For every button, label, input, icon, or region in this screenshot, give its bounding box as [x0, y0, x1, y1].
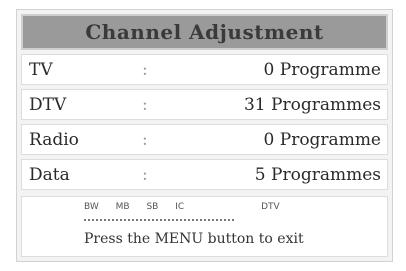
row-value: 31 Programmes	[243, 95, 381, 115]
row-label: Radio	[29, 130, 79, 150]
hint-bw: BW	[84, 202, 99, 212]
footer: BW MB SB IC DTV Press the MENU button to…	[21, 196, 388, 257]
row-value: 0 Programme	[263, 60, 381, 80]
exit-instruction: Press the MENU button to exit	[84, 231, 304, 247]
panel-title: Channel Adjustment	[85, 20, 324, 44]
band-hints: BW MB SB IC DTV	[84, 202, 294, 212]
hint-sb: SB	[146, 202, 159, 212]
row-separator: :	[142, 95, 148, 115]
row-dtv: DTV : 31 Programmes	[21, 89, 388, 120]
channel-count-list: TV : 0 Programme DTV : 31 Programmes Rad…	[21, 54, 388, 194]
row-label: TV	[29, 60, 53, 80]
hint-mb: MB	[115, 202, 130, 212]
row-value: 5 Programmes	[254, 165, 381, 185]
row-label: DTV	[29, 95, 67, 115]
hint-dtv: DTV	[261, 202, 280, 212]
row-value: 0 Programme	[263, 130, 381, 150]
row-label: Data	[29, 165, 70, 185]
channel-adjustment-panel: Channel Adjustment TV : 0 Programme DTV …	[16, 9, 393, 262]
row-data: Data : 5 Programmes	[21, 159, 388, 190]
title-bar: Channel Adjustment	[21, 14, 388, 50]
scan-progress-bar	[84, 219, 234, 225]
row-separator: :	[142, 60, 148, 80]
row-radio: Radio : 0 Programme	[21, 124, 388, 155]
row-separator: :	[142, 130, 148, 150]
row-separator: :	[142, 165, 148, 185]
hint-ic: IC	[175, 202, 185, 212]
row-tv: TV : 0 Programme	[21, 54, 388, 85]
